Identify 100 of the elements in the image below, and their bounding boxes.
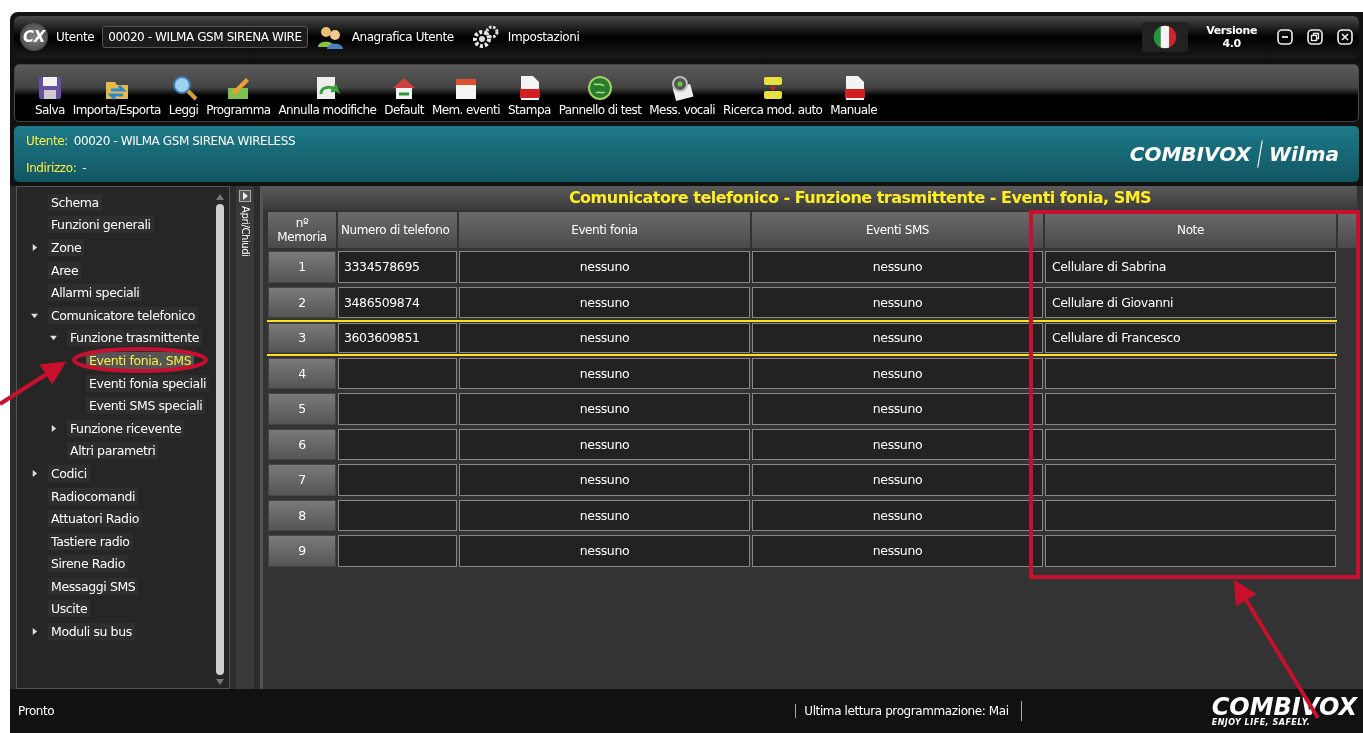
table-row[interactable]: 7 nessuno nessuno — [267, 462, 1337, 498]
table-cell[interactable]: nessuno — [752, 428, 1043, 460]
row-number: 1 — [268, 251, 336, 283]
table-cell[interactable]: 3486509874 — [338, 286, 457, 318]
expand-arrow-icon[interactable] — [50, 424, 57, 432]
table-cell[interactable]: nessuno — [459, 464, 750, 496]
table-cell[interactable]: Cellulare di Giovanni — [1045, 286, 1336, 318]
collapse-arrow-icon[interactable] — [50, 334, 57, 342]
toolbar-button[interactable]: Ricerca mod. auto — [719, 74, 827, 117]
table-cell[interactable]: nessuno — [752, 357, 1043, 389]
tree-item[interactable]: Funzione trasmittente — [67, 329, 203, 347]
table-cell[interactable]: nessuno — [459, 535, 750, 567]
table-cell[interactable] — [1045, 428, 1336, 460]
table-cell[interactable] — [1045, 464, 1336, 496]
user-field[interactable]: 00020 - WILMA GSM SIRENA WIRE — [102, 26, 308, 48]
table-cell[interactable] — [1045, 393, 1336, 425]
tree-item[interactable]: Uscite — [48, 600, 91, 618]
table-row[interactable]: 6 nessuno nessuno — [267, 426, 1337, 462]
table-cell[interactable]: nessuno — [752, 251, 1043, 283]
table-cell[interactable] — [338, 499, 457, 531]
scroll-down-icon[interactable] — [215, 678, 225, 686]
table-cell[interactable] — [1045, 357, 1336, 389]
toolbar-button[interactable]: Mess. vocali — [645, 74, 720, 117]
scrollbar-thumb[interactable] — [216, 204, 224, 675]
tree-item[interactable]: Eventi fonia speciali — [86, 374, 210, 392]
close-icon[interactable] — [1337, 29, 1353, 45]
tree-item[interactable]: Attuatori Radio — [48, 510, 142, 528]
table-cell[interactable] — [338, 357, 457, 389]
table-row[interactable]: 8 nessuno nessuno — [267, 497, 1337, 533]
menu-link[interactable]: Anagrafica Utente — [351, 30, 454, 44]
table-cell[interactable]: nessuno — [752, 499, 1043, 531]
tree-item[interactable]: Moduli su bus — [48, 623, 135, 641]
table-cell[interactable] — [1045, 499, 1336, 531]
toolbar-button[interactable]: Pannello di test — [554, 74, 646, 117]
toolbar-button[interactable]: Importa/Esporta — [68, 74, 165, 117]
table-cell[interactable] — [338, 535, 457, 567]
tree-item[interactable]: Radiocomandi — [48, 487, 138, 505]
table-row[interactable]: 4 nessuno nessuno — [267, 355, 1337, 391]
table-cell[interactable]: nessuno — [459, 499, 750, 531]
table-cell[interactable] — [1045, 535, 1336, 567]
table-row[interactable]: 5 nessuno nessuno — [267, 391, 1337, 427]
minimize-icon[interactable] — [1277, 29, 1293, 45]
table-cell[interactable]: nessuno — [459, 286, 750, 318]
toolbar-button[interactable]: Leggi — [164, 74, 203, 117]
tree-item[interactable]: Zone — [48, 239, 85, 256]
expand-arrow-icon[interactable] — [31, 628, 38, 636]
tree-item[interactable]: Comunicatore telefonico — [48, 306, 198, 324]
toolbar-button[interactable]: Salva — [31, 74, 69, 117]
table-cell[interactable]: nessuno — [752, 393, 1043, 425]
tree-item[interactable]: Funzioni generali — [48, 216, 154, 234]
tree-item[interactable]: Altri parametri — [67, 442, 159, 460]
toolbar-button[interactable]: Stampa — [503, 74, 555, 117]
users-icon[interactable] — [315, 25, 344, 49]
table-row[interactable]: 3 3603609851 nessuno nessuno Cellulare di Francesco — [267, 320, 1337, 356]
table-row[interactable]: 1 3334578695 nessuno nessuno Cellulare di Sabrina — [267, 249, 1337, 285]
globe-icon[interactable] — [586, 74, 614, 102]
table-cell[interactable]: nessuno — [459, 323, 750, 353]
table-cell[interactable]: nessuno — [459, 393, 750, 425]
scroll-up-icon[interactable] — [215, 193, 225, 201]
row-number: 7 — [268, 464, 336, 496]
tree-item[interactable]: Schema — [48, 193, 102, 211]
table-cell[interactable]: nessuno — [459, 251, 750, 283]
table-cell[interactable]: nessuno — [752, 323, 1043, 353]
tree-item[interactable]: Allarmi speciali — [48, 284, 143, 302]
table-cell[interactable]: 3334578695 — [338, 251, 457, 283]
toggle-label[interactable]: Apri/Chiudi — [239, 206, 251, 257]
italian-flag-icon[interactable] — [1142, 22, 1189, 52]
table-row[interactable]: 2 3486509874 nessuno nessuno Cellulare di Giovanni — [267, 284, 1337, 320]
tree-item[interactable]: Sirene Radio — [48, 555, 128, 573]
table-cell[interactable]: nessuno — [459, 428, 750, 460]
toolbar-button[interactable]: Mem. eventi — [427, 74, 504, 117]
restore-icon[interactable] — [1307, 29, 1323, 45]
table-cell[interactable]: Cellulare di Francesco — [1045, 323, 1336, 353]
expand-arrow-icon[interactable] — [31, 244, 38, 251]
table-cell[interactable] — [338, 428, 457, 460]
table-cell[interactable]: nessuno — [752, 535, 1043, 567]
table-cell[interactable]: Cellulare di Sabrina — [1045, 251, 1336, 283]
tree-item[interactable]: Aree — [48, 261, 82, 279]
settings-icon[interactable] — [471, 25, 500, 49]
table-cell[interactable] — [338, 393, 457, 425]
tree-item[interactable]: Tastiere radio — [48, 532, 133, 550]
toolbar-button[interactable]: Annulla modifiche — [274, 74, 381, 117]
tree-item[interactable]: Eventi SMS speciali — [86, 397, 206, 415]
panel-title: Comunicatore telefonico - Funzione trasmittente - Eventi fonia, SMS — [263, 186, 1357, 210]
tree-item[interactable]: Funzione ricevente — [67, 419, 185, 437]
toolbar-button[interactable]: Manuale — [826, 74, 882, 117]
table-cell[interactable] — [338, 464, 457, 496]
toolbar-button[interactable]: Programma — [202, 74, 275, 117]
tree-item[interactable]: Codici — [48, 464, 90, 482]
tree-item[interactable]: Messaggi SMS — [48, 577, 139, 595]
table-row[interactable]: 9 nessuno nessuno — [267, 533, 1337, 569]
toolbar-button[interactable]: Default — [380, 74, 428, 117]
expand-arrow-icon[interactable] — [31, 469, 38, 477]
table-cell[interactable]: 3603609851 — [338, 323, 457, 353]
menu-link[interactable]: Impostazioni — [507, 30, 580, 44]
table-cell[interactable]: nessuno — [752, 464, 1043, 496]
address-value: - — [82, 160, 87, 175]
table-cell[interactable]: nessuno — [459, 357, 750, 389]
table-cell[interactable]: nessuno — [752, 286, 1043, 318]
collapse-arrow-icon[interactable] — [31, 311, 38, 319]
